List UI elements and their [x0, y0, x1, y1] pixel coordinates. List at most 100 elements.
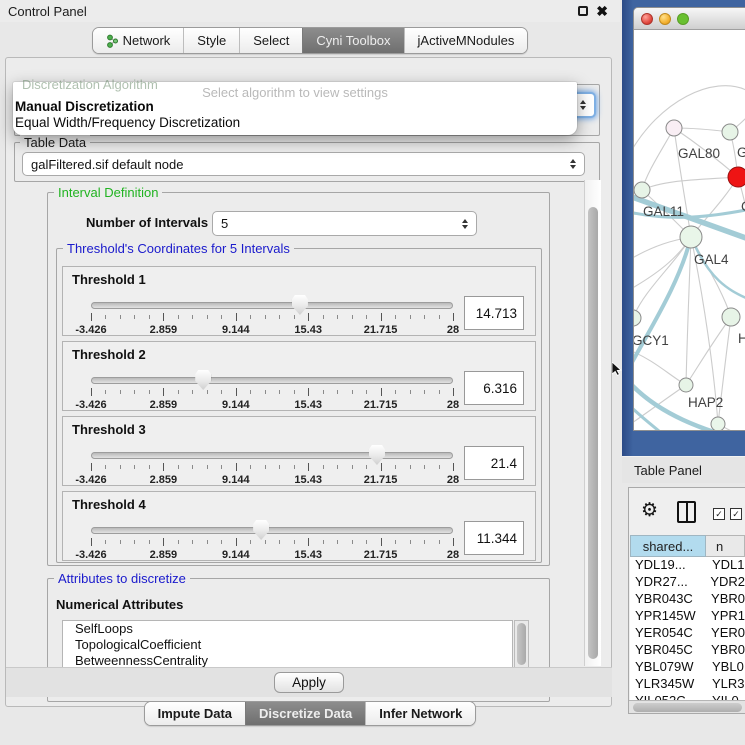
tab-infer-network[interactable]: Infer Network	[365, 702, 475, 725]
network-edge	[642, 177, 738, 190]
column-header-n[interactable]: n	[706, 535, 745, 557]
tab-cyni-toolbox[interactable]: Cyni Toolbox	[302, 28, 403, 53]
scale-label: -3.426	[75, 399, 106, 411]
slider-track[interactable]	[91, 302, 453, 309]
column-checkbox-icon[interactable]: ✓	[730, 508, 742, 520]
scale-label: 28	[447, 474, 459, 486]
threshold-label: Threshold 2	[72, 347, 146, 362]
attribute-item-selfloops[interactable]: SelfLoops	[63, 621, 512, 637]
tab-jactivemnodules[interactable]: jActiveMNodules	[404, 28, 528, 53]
tab-label: Style	[197, 33, 226, 48]
scale-label: 21.715	[364, 324, 398, 336]
tab-label: Impute Data	[158, 706, 232, 721]
tab-label: Select	[253, 33, 289, 48]
scrollbar-thumb[interactable]	[588, 207, 598, 659]
scale-label: 15.43	[294, 324, 322, 336]
slider-ticks	[91, 388, 453, 397]
slider-ticks	[91, 538, 453, 547]
column-checkbox-icon[interactable]: ✓	[713, 508, 725, 520]
scale-label: 15.43	[294, 474, 322, 486]
network-icon	[106, 34, 118, 48]
network-node-hap2[interactable]	[679, 378, 693, 392]
attributes-list-scrollbar[interactable]	[514, 620, 529, 668]
table-data-group-label: Table Data	[20, 135, 90, 150]
scale-label: 2.859	[150, 549, 178, 561]
dropdown-item-manual-discretization[interactable]: Manual Discretization	[13, 99, 577, 115]
attribute-item-betweennesscentrality[interactable]: BetweennessCentrality	[63, 653, 512, 668]
panel-vertical-scrollbar[interactable]	[584, 180, 601, 666]
threshold-3-slider-thumb[interactable]	[369, 445, 385, 465]
network-node-node-top-right[interactable]	[722, 124, 738, 140]
attribute-item-topologicalcoefficient[interactable]: TopologicalCoefficient	[63, 637, 512, 653]
threshold-3-slider[interactable]: -3.4262.8599.14415.4321.71528	[91, 443, 453, 483]
network-node-gcy1[interactable]	[634, 310, 641, 326]
control-panel-window: Control Panel ✖ Network Style Select Cyni T…	[0, 0, 620, 745]
table-row[interactable]: YBR045CYBR0	[630, 642, 745, 659]
table-row[interactable]: YIL052CYIL0	[630, 693, 745, 700]
float-window-icon[interactable]	[578, 6, 588, 16]
table-cell: YPR1	[705, 608, 745, 625]
control-panel-titlebar: Control Panel ✖	[0, 0, 620, 22]
table-row[interactable]: YBL079WYBL0	[630, 659, 745, 676]
apply-button[interactable]: Apply	[274, 672, 344, 693]
threshold-2-value-field[interactable]: 6.316	[464, 371, 524, 405]
close-traffic-light-icon[interactable]	[641, 13, 653, 25]
slider-track[interactable]	[91, 527, 453, 534]
threshold-4-slider[interactable]: -3.4262.8599.14415.4321.71528	[91, 518, 453, 558]
network-node-gal4[interactable]	[680, 226, 702, 248]
node-label-gal11: GAL11	[643, 204, 684, 219]
scale-label: 9.144	[222, 324, 250, 336]
table-row[interactable]: YDL19...YDL1	[630, 557, 745, 574]
table-cell: YDR27...	[630, 574, 704, 591]
table-row[interactable]: YBR043CYBR0	[630, 591, 745, 608]
threshold-1-slider-thumb[interactable]	[292, 295, 308, 315]
network-node-node-bottom[interactable]	[711, 417, 725, 431]
network-node-node-red-selected[interactable]	[728, 167, 745, 187]
table-row[interactable]: YDR27...YDR2	[630, 574, 745, 591]
threshold-3-value-field[interactable]: 21.4	[464, 446, 524, 480]
threshold-2-slider[interactable]: -3.4262.8599.14415.4321.71528	[91, 368, 453, 408]
table-horizontal-scrollbar[interactable]	[629, 700, 745, 713]
scale-label: 2.859	[150, 324, 178, 336]
threshold-1-value-field[interactable]: 14.713	[464, 296, 524, 330]
table-row[interactable]: YLR345WYLR3	[630, 676, 745, 693]
tab-discretize-data[interactable]: Discretize Data	[245, 702, 365, 725]
node-label-hap2: HAP2	[688, 395, 723, 410]
network-canvas[interactable]: GAL80GAGAL11CGAL4GCY1HHAP2	[634, 30, 745, 431]
table-row[interactable]: YPR145WYPR1	[630, 608, 745, 625]
number-of-intervals-combobox[interactable]: 5	[212, 211, 477, 236]
slider-track[interactable]	[91, 377, 453, 384]
tab-select[interactable]: Select	[239, 28, 302, 53]
numerical-attributes-list[interactable]: SelfLoopsTopologicalCoefficientBetweenne…	[62, 620, 513, 668]
table-data-combobox[interactable]: galFiltered.sif default node	[22, 152, 585, 176]
threshold-1-slider[interactable]: -3.4262.8599.14415.4321.71528	[91, 293, 453, 333]
slider-scale-labels: -3.4262.8599.14415.4321.71528	[91, 474, 453, 486]
threshold-label: Threshold 4	[72, 497, 146, 512]
network-edge-highlighted	[634, 237, 691, 368]
minimize-traffic-light-icon[interactable]	[659, 13, 671, 25]
scale-label: -3.426	[75, 474, 106, 486]
dropdown-item-equal-width-frequency[interactable]: Equal Width/Frequency Discretization	[13, 115, 577, 131]
tab-impute-data[interactable]: Impute Data	[145, 702, 245, 725]
zoom-traffic-light-icon[interactable]	[677, 13, 689, 25]
table-cell: YBL079W	[630, 659, 706, 676]
scale-label: 28	[447, 399, 459, 411]
threshold-4-slider-thumb[interactable]	[253, 520, 269, 540]
settings-gear-icon[interactable]: ⚙	[641, 499, 658, 521]
tab-label: Discretize Data	[259, 706, 352, 721]
tab-network[interactable]: Network	[93, 28, 184, 53]
split-columns-icon[interactable]	[677, 501, 696, 523]
tab-style[interactable]: Style	[183, 28, 239, 53]
network-node-gal11[interactable]	[634, 182, 650, 198]
threshold-2-slider-thumb[interactable]	[195, 370, 211, 390]
slider-track[interactable]	[91, 452, 453, 459]
table-cell: YIL0	[706, 693, 745, 700]
scrollbar-thumb[interactable]	[633, 703, 742, 712]
column-header-shared[interactable]: shared...	[630, 535, 706, 557]
threshold-4-value-field[interactable]: 11.344	[464, 521, 524, 555]
table-row[interactable]: YER054CYER0	[630, 625, 745, 642]
node-label-gal80: GAL80	[678, 146, 720, 161]
close-icon[interactable]: ✖	[596, 6, 608, 16]
network-node-node-right-h[interactable]	[722, 308, 740, 326]
network-node-gal80[interactable]	[666, 120, 682, 136]
